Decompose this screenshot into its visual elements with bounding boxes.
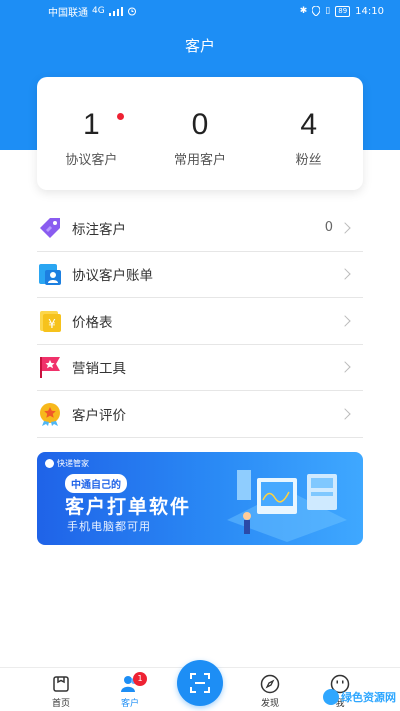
banner-title: 客户打单软件 (65, 496, 192, 518)
banner-subtitle: 手机电脑都可用 (67, 520, 151, 533)
menu-label: 标注客户 (72, 221, 126, 238)
menu-label: 协议客户账单 (72, 268, 153, 285)
svg-text:¥: ¥ (48, 317, 56, 331)
chevron-right-icon (339, 408, 351, 420)
battery-icon: 89 (335, 5, 351, 17)
stat-label: 协议客户 (65, 153, 118, 168)
scan-button[interactable] (177, 660, 223, 706)
menu-item-tagged-customers[interactable]: 标注客户 0 (37, 205, 363, 252)
bluetooth-icon: ✱ (299, 6, 308, 16)
chevron-right-icon (339, 222, 351, 234)
network-label: 4G (92, 6, 105, 16)
stats-card: 1 协议客户 0 常用客户 4 粉丝 (37, 77, 363, 190)
notification-dot (117, 113, 124, 120)
stat-value: 0 (191, 108, 209, 141)
bill-user-icon (37, 261, 63, 287)
menu-item-marketing-tools[interactable]: 营销工具 (37, 345, 363, 391)
stat-fans[interactable]: 4 粉丝 (254, 77, 363, 190)
signal-icon (108, 6, 123, 16)
price-yuan-icon: ¥ (37, 308, 63, 334)
alarm-icon (127, 7, 136, 16)
clock-label: 14:10 (355, 5, 384, 17)
home-icon (51, 674, 71, 694)
stat-value: 1 (82, 108, 100, 141)
menu-label: 价格表 (72, 314, 113, 331)
tag-icon (37, 215, 63, 241)
menu-list: 标注客户 0 协议客户账单 ¥ 价格表 营销工具 客户评价 (37, 205, 363, 438)
location-icon (312, 6, 321, 16)
promo-banner[interactable]: 快递管家 中通自己的 客户打单软件 手机电脑都可用 (37, 452, 363, 545)
stat-label: 粉丝 (295, 153, 322, 168)
watermark-logo-icon (323, 689, 339, 705)
menu-label: 营销工具 (72, 361, 126, 378)
banner-tag: 中通自己的 (65, 474, 127, 493)
banner-illustration-icon (227, 470, 347, 542)
status-bar: 中国联通 4G ✱ ▯ 89 14:10 (0, 0, 400, 22)
stat-agreement-customers[interactable]: 1 协议客户 (37, 77, 146, 190)
medal-star-icon (37, 401, 63, 427)
tab-label: 发现 (260, 699, 279, 709)
watermark-label: 绿色资源网 (341, 691, 396, 704)
tab-badge: 1 (133, 672, 147, 686)
stat-label: 常用客户 (174, 153, 227, 168)
menu-item-agreement-bill[interactable]: 协议客户账单 (37, 252, 363, 298)
tab-discover[interactable]: 发现 (245, 668, 295, 711)
tab-home[interactable]: 首页 (36, 668, 86, 711)
star-flag-icon (37, 354, 63, 380)
tab-label: 客户 (120, 699, 139, 709)
vibrate-icon: ▯ (325, 6, 331, 16)
compass-icon (260, 674, 280, 694)
tab-customers[interactable]: 客户 1 (105, 668, 155, 711)
banner-brand-label: 快递管家 (57, 459, 89, 468)
banner-brand: 快递管家 (45, 458, 89, 469)
brand-logo-icon (45, 459, 54, 468)
chevron-right-icon (339, 361, 351, 373)
stat-frequent-customers[interactable]: 0 常用客户 (146, 77, 255, 190)
menu-label: 客户评价 (72, 407, 126, 424)
tab-label: 首页 (51, 699, 70, 709)
page-title: 客户 (184, 37, 215, 55)
menu-item-customer-reviews[interactable]: 客户评价 (37, 391, 363, 438)
carrier-label: 中国联通 (48, 7, 88, 19)
menu-item-price-list[interactable]: ¥ 价格表 (37, 298, 363, 345)
menu-count: 0 (324, 220, 333, 236)
watermark: 绿色资源网 (323, 689, 396, 705)
chevron-right-icon (339, 268, 351, 280)
chevron-right-icon (339, 315, 351, 327)
scan-icon (190, 673, 210, 693)
stat-value: 4 (300, 108, 318, 141)
